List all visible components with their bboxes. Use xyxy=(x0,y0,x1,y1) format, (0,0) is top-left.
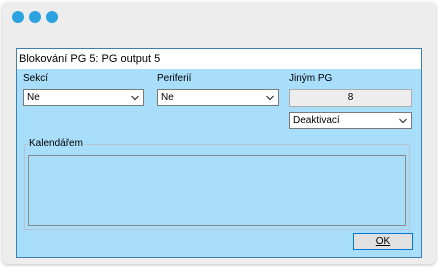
blocking-dialog: Blokování PG 5: PG output 5 Sekcí Ne Per… xyxy=(16,48,422,258)
calendar-label: Kalendářem xyxy=(28,138,84,150)
window-controls xyxy=(12,11,58,23)
window-dot-close[interactable] xyxy=(12,11,24,23)
periferii-label: Periferií xyxy=(157,73,192,84)
calendar-list[interactable] xyxy=(28,155,406,226)
chevron-down-icon xyxy=(266,95,274,101)
jinym-pg-input[interactable]: 8 xyxy=(289,89,412,107)
periferii-select-value: Ne xyxy=(161,92,174,103)
dialog-client-area: Sekcí Ne Periferií Ne Jiným PG 8 Deaktiv… xyxy=(17,69,421,257)
jinym-pg-label: Jiným PG xyxy=(289,73,333,84)
jinym-pg-mode-value: Deaktivací xyxy=(293,115,340,126)
chevron-down-icon xyxy=(131,95,139,101)
window-dot-minimize[interactable] xyxy=(29,11,41,23)
ok-button[interactable]: OK xyxy=(353,233,413,250)
sekci-select[interactable]: Ne xyxy=(23,89,144,106)
periferii-select[interactable]: Ne xyxy=(157,89,279,106)
sekci-select-value: Ne xyxy=(27,92,40,103)
sekci-label: Sekcí xyxy=(23,73,49,84)
window-dot-maximize[interactable] xyxy=(46,11,58,23)
dialog-title: Blokování PG 5: PG output 5 xyxy=(17,49,421,69)
jinym-pg-mode-select[interactable]: Deaktivací xyxy=(289,112,412,129)
calendar-groupbox: Kalendářem xyxy=(24,138,410,230)
chevron-down-icon xyxy=(399,118,407,124)
